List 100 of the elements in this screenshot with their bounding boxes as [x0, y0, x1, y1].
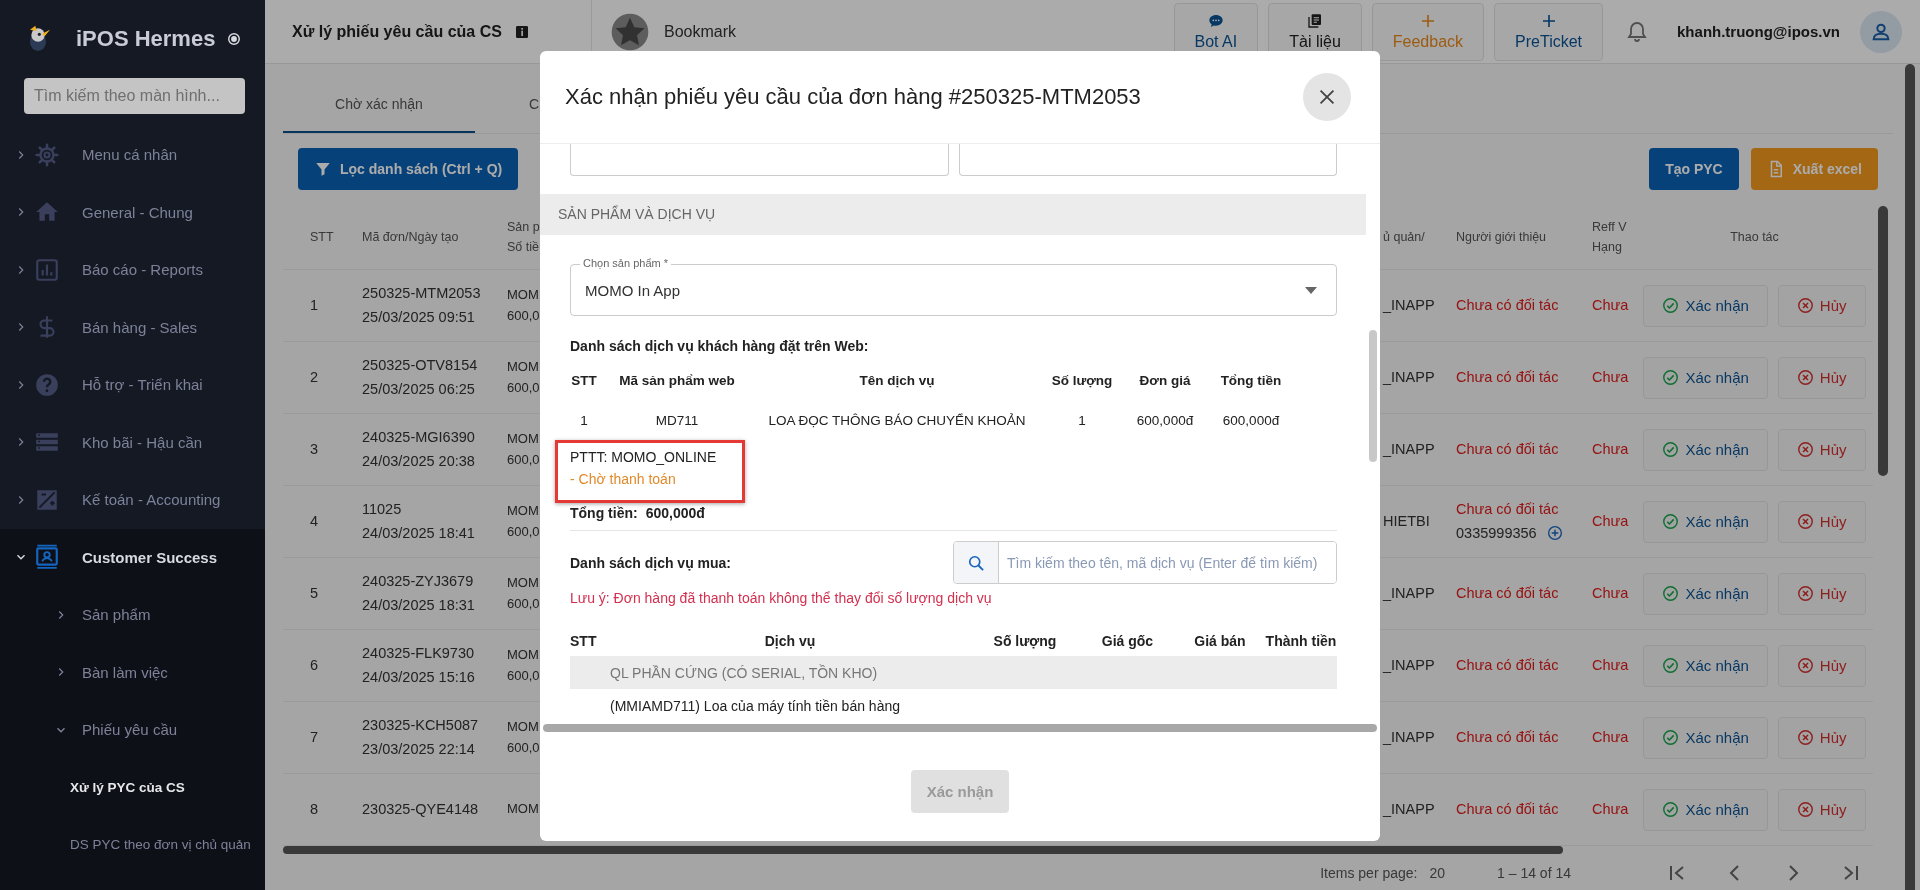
sidebar-item[interactable]: Báo cáo - Reports	[0, 241, 265, 299]
scrollbar[interactable]	[1369, 330, 1377, 462]
sidebar-item[interactable]: Kế toán - Accounting	[0, 471, 265, 529]
app-name: iPOS Hermes	[76, 26, 216, 52]
cancel-button[interactable]: Hủy	[1777, 428, 1866, 471]
input-field[interactable]	[570, 144, 949, 176]
column-header: Thao tác	[1729, 228, 1780, 246]
column-header: STT	[570, 633, 598, 649]
scrollbar[interactable]	[543, 724, 1377, 732]
table-cell-text: 600,000đ	[1221, 412, 1281, 428]
section-header: SẢN PHẨM VÀ DỊCH VỤ	[540, 194, 1366, 235]
scrollbar[interactable]	[1878, 206, 1888, 476]
close-button[interactable]	[1303, 73, 1351, 121]
close-circle-icon	[1796, 729, 1814, 746]
cancel-button[interactable]: Hủy	[1777, 500, 1866, 543]
cancel-button[interactable]: Hủy	[1777, 356, 1866, 399]
documents-icon	[1307, 12, 1323, 29]
cancel-button[interactable]: Hủy	[1777, 716, 1866, 759]
radio-icon[interactable]	[227, 32, 242, 46]
referrer-status: Chưa có đối tác	[1456, 367, 1560, 387]
tab[interactable]: C	[475, 77, 540, 133]
table-cell-text: 1	[579, 412, 589, 428]
avatar[interactable]	[1860, 10, 1902, 53]
scrollbar[interactable]	[1905, 64, 1915, 890]
table-cell-text: 3	[309, 439, 320, 459]
add-icon[interactable]	[1546, 525, 1563, 542]
page-size-select[interactable]: 20	[1429, 865, 1446, 881]
referrer-status: Chưa có đối tác	[1456, 655, 1560, 675]
search-field[interactable]: Tìm kiếm theo tên, mã dịch vụ (Enter để tìm kiếm)	[953, 541, 1337, 584]
search-field[interactable]: Tìm kiếm theo màn hình...	[24, 78, 245, 114]
column-header: Mã đơn/Ngày tạo	[362, 228, 460, 246]
search-button[interactable]	[954, 542, 999, 583]
table-cell-text: Chưa	[1592, 511, 1630, 531]
column-header: Mã sản phẩm web	[618, 372, 736, 388]
table-cell-text: MOM 600,0	[507, 285, 540, 325]
referrer-status: Chưa có đối tác	[1456, 583, 1560, 603]
table-cell-text: 6	[309, 655, 320, 675]
info-icon[interactable]	[513, 23, 530, 40]
group-row: QL PHẦN CỨNG (CÓ SERIAL, TỒN KHO)	[570, 656, 1337, 689]
field-label: Chọn sản phẩm *	[580, 257, 671, 270]
confirm-button[interactable]: Xác nhận	[1643, 428, 1768, 471]
table-cell-text: 8	[309, 799, 320, 819]
sidebar-item[interactable]: Phiếu yêu cầu	[0, 701, 265, 759]
dialog-title: Xác nhận phiếu yêu cầu của đơn hàng #250325-MTM2053	[565, 84, 1141, 110]
confirm-button[interactable]: Xác nhận	[1643, 788, 1768, 831]
sidebar-item[interactable]: Sản phẩm	[0, 586, 265, 644]
caret-down-icon	[1305, 286, 1317, 294]
confirm-button[interactable]: Xác nhận	[1643, 500, 1768, 543]
sidebar-item[interactable]: General - Chung	[0, 183, 265, 241]
column-header: STT	[309, 228, 335, 246]
referrer-status: Chưa có đối tác	[1456, 439, 1560, 459]
column-header: Giá bán	[1193, 633, 1247, 649]
table-cell-text: Chưa	[1592, 799, 1630, 819]
sidebar-item[interactable]: Customer Success	[0, 528, 265, 586]
cancel-button[interactable]: Hủy	[1777, 644, 1866, 687]
confirm-button[interactable]: Xác nhận	[1643, 572, 1768, 615]
scrollbar[interactable]	[283, 846, 1563, 854]
bookmark-link[interactable]: Bookmark	[664, 22, 737, 41]
referrer-status: Chưa có đối tác	[1456, 500, 1560, 520]
table-cell-text: _INAPP	[1383, 295, 1436, 315]
table-cell-text: _INAPP	[1383, 727, 1436, 747]
confirm-button[interactable]: Xác nhận	[1643, 356, 1768, 399]
sidebar-item[interactable]: Bàn làm việc	[0, 643, 265, 701]
table-cell-text: MOM	[507, 800, 539, 819]
table-cell-text: _INAPP	[1383, 367, 1436, 387]
close-circle-icon	[1796, 657, 1814, 674]
settings-icon	[34, 141, 60, 168]
sidebar-item[interactable]: Hỗ trợ - Triển khai	[0, 356, 265, 414]
sidebar-item[interactable]: Bán hàng - Sales	[0, 298, 265, 356]
create-button[interactable]: Tạo PYC	[1649, 148, 1739, 190]
table-cell-text: 240325-FLK9730 24/03/2025 15:16	[362, 644, 476, 687]
toolbar-button[interactable]: PreTicket	[1494, 2, 1604, 61]
confirm-button[interactable]: Xác nhận	[1643, 716, 1768, 759]
filter-icon	[314, 160, 332, 178]
cancel-button[interactable]: Hủy	[1777, 788, 1866, 831]
cancel-button[interactable]: Hủy	[1777, 572, 1866, 615]
confirm-button[interactable]: Xác nhận	[1643, 284, 1768, 327]
table-cell-text: LOA ĐỌC THÔNG BÁO CHUYỂN KHOẢN	[767, 412, 1027, 428]
sidebar-item[interactable]: Kho bãi - Hậu cần	[0, 413, 265, 471]
confirm-button[interactable]: Xác nhận	[1643, 644, 1768, 687]
table-cell-text: Chưa	[1592, 583, 1630, 603]
star-badge-icon[interactable]	[610, 11, 650, 52]
phone-number: 0335999356	[1456, 523, 1537, 543]
sidebar-item[interactable]: DS PYC theo đơn vị chủ quản	[0, 816, 265, 874]
filter-button[interactable]: Lọc danh sách (Ctrl + Q)	[298, 148, 519, 190]
plus-icon	[1540, 12, 1557, 29]
table-cell-text: Chưa	[1592, 727, 1630, 747]
column-header: STT	[570, 372, 598, 388]
cancel-button[interactable]: Hủy	[1777, 284, 1866, 327]
sidebar-item[interactable]: Menu cá nhân	[0, 126, 265, 184]
table-cell-text: MOM 600,0	[507, 717, 540, 757]
page-size-label: Items per page:	[1320, 865, 1418, 881]
sidebar-item[interactable]: Xử lý PYC của CS	[0, 758, 265, 816]
input-field[interactable]	[958, 144, 1337, 176]
total-label: Tổng tiền:	[570, 505, 638, 521]
column-header: Reff V Hạng	[1592, 218, 1628, 256]
tab[interactable]: Chờ xác nhận	[283, 77, 475, 133]
table-cell-text: 2	[309, 367, 320, 387]
table-cell-text: 600,000đ	[1135, 412, 1195, 428]
column-header: Giá gốc	[1100, 633, 1155, 649]
